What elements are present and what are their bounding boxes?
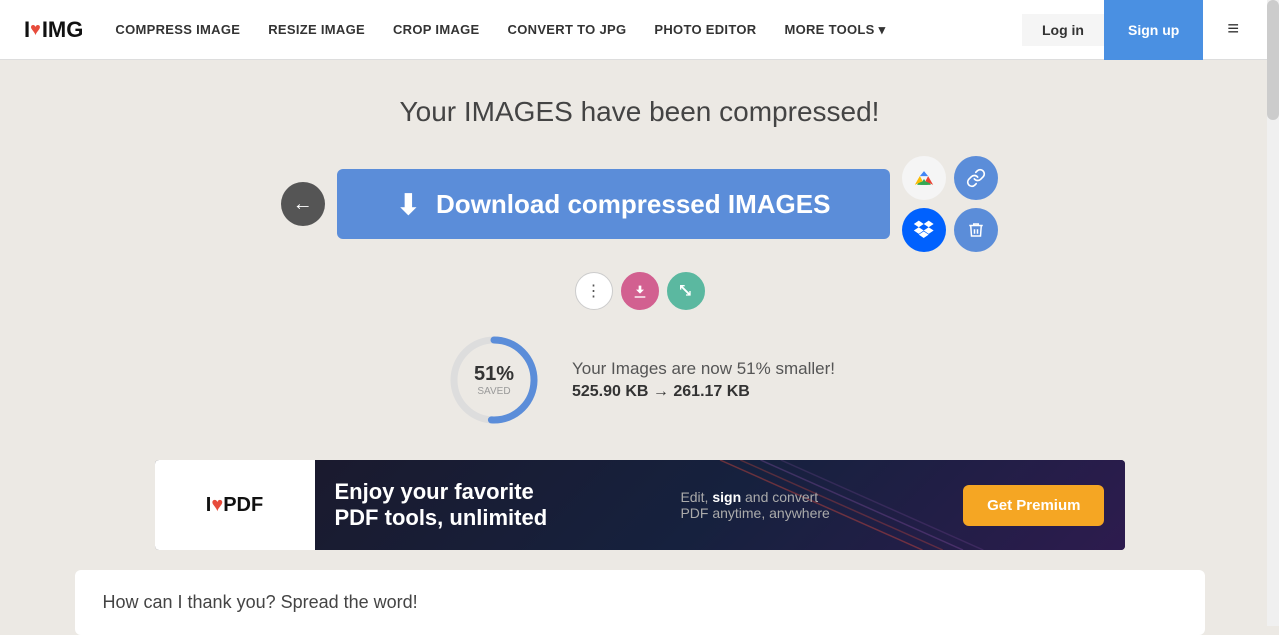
nav-compress[interactable]: COMPRESS IMAGE: [115, 22, 240, 37]
share-dropbox-button[interactable]: [902, 208, 946, 252]
share-icons: [902, 156, 998, 252]
nav-photo-editor[interactable]: PHOTO EDITOR: [654, 22, 756, 37]
back-button[interactable]: ←: [281, 182, 325, 226]
download-small-icon: [632, 283, 648, 299]
scrollbar-track[interactable]: [1267, 0, 1279, 626]
login-button[interactable]: Log in: [1022, 14, 1104, 46]
ad-sub-group: Edit, sign and convert PDF anytime, anyw…: [680, 489, 829, 521]
navbar: I ♥ IMG COMPRESS IMAGE RESIZE IMAGE CROP…: [0, 0, 1279, 60]
download-button[interactable]: ⬇ Download compressed IMAGES: [337, 169, 891, 239]
download-icon: ⬇: [397, 188, 420, 221]
share-row-top: [902, 156, 998, 200]
saved-label: SAVED: [474, 386, 514, 397]
nav-links: COMPRESS IMAGE RESIZE IMAGE CROP IMAGE C…: [115, 22, 1022, 38]
main-content: Your IMAGES have been compressed! ← ⬇ Do…: [0, 60, 1279, 635]
ad-banner: I♥PDF Enjoy your favoritePDF tools, unli…: [155, 460, 1125, 550]
thank-text: How can I thank you? Spread the word!: [103, 592, 1177, 613]
more-options-button[interactable]: ⋮: [575, 272, 613, 310]
resize-icon: [678, 283, 694, 299]
single-download-button[interactable]: [621, 272, 659, 310]
logo-img: IMG: [42, 17, 84, 43]
ad-content: Enjoy your favoritePDF tools, unlimited …: [315, 460, 1125, 550]
menu-button[interactable]: ≡: [1211, 10, 1255, 49]
logo[interactable]: I ♥ IMG: [24, 17, 83, 43]
ad-headline-group: Enjoy your favoritePDF tools, unlimited: [335, 479, 548, 532]
share-google-drive-button[interactable]: [902, 156, 946, 200]
circle-text: 51% SAVED: [474, 363, 514, 397]
ad-subline2: PDF anytime, anywhere: [680, 505, 829, 521]
progress-section: 51% SAVED Your Images are now 51% smalle…: [444, 330, 835, 430]
nav-resize[interactable]: RESIZE IMAGE: [268, 22, 365, 37]
logo-heart: ♥: [30, 19, 41, 40]
ad-logo: I♥PDF: [155, 460, 315, 550]
nav-convert[interactable]: CONVERT TO JPG: [508, 22, 627, 37]
nav-more-tools[interactable]: MORE TOOLS ▾: [784, 22, 885, 38]
download-row: ← ⬇ Download compressed IMAGES: [281, 156, 999, 252]
scrollbar-thumb[interactable]: [1267, 0, 1279, 120]
action-row: ⋮: [575, 272, 705, 310]
size-info: 525.90 KB → 261.17 KB: [572, 383, 835, 401]
signup-button[interactable]: Sign up: [1104, 0, 1203, 60]
get-premium-button[interactable]: Get Premium: [963, 485, 1104, 526]
share-row-bottom: [902, 208, 998, 252]
ad-subline1: Edit, sign and convert: [680, 489, 829, 505]
compression-description: Your Images are now 51% smaller!: [572, 359, 835, 379]
progress-circle: 51% SAVED: [444, 330, 544, 430]
thank-section: How can I thank you? Spread the word!: [75, 570, 1205, 635]
share-link-button[interactable]: [954, 156, 998, 200]
percent-label: 51%: [474, 363, 514, 386]
nav-crop[interactable]: CROP IMAGE: [393, 22, 480, 37]
download-label: Download compressed IMAGES: [436, 189, 830, 220]
resize-action-button[interactable]: [667, 272, 705, 310]
success-title: Your IMAGES have been compressed!: [400, 96, 880, 128]
progress-info: Your Images are now 51% smaller! 525.90 …: [572, 359, 835, 401]
ad-headline: Enjoy your favoritePDF tools, unlimited: [335, 479, 548, 532]
ad-logo-text: I♥PDF: [206, 494, 263, 517]
google-drive-icon: [913, 167, 935, 189]
chevron-down-icon: ▾: [879, 22, 886, 38]
trash-icon: [967, 221, 985, 239]
link-icon: [966, 168, 986, 188]
dropbox-icon: [913, 219, 935, 241]
logo-i: I: [24, 17, 29, 43]
nav-right: Log in Sign up ≡: [1022, 0, 1255, 60]
delete-button[interactable]: [954, 208, 998, 252]
